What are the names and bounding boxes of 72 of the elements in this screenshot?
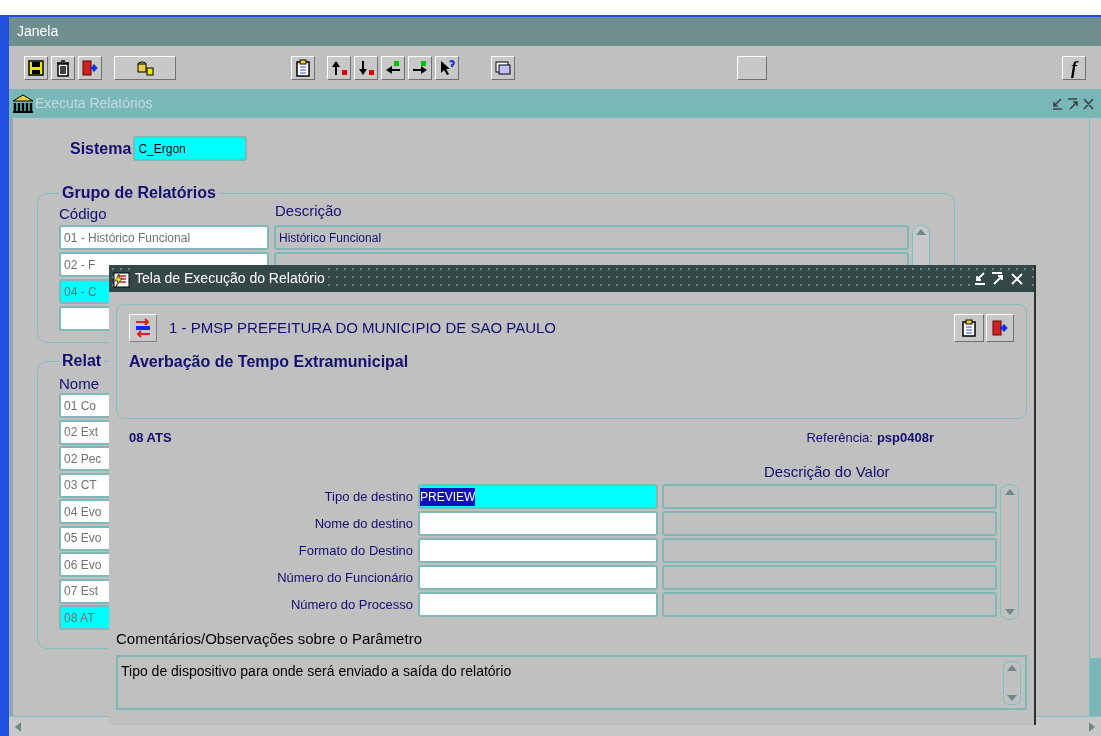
parameter-value-field[interactable]	[418, 538, 658, 563]
scroll-up-icon	[1004, 489, 1015, 495]
reports-title: Relat	[61, 351, 103, 371]
exit-door-icon	[81, 58, 99, 77]
window-controls-icon	[1051, 96, 1095, 111]
report-group-title: Grupo de Relatórios	[61, 183, 217, 203]
column-header: Descrição	[275, 200, 342, 221]
scroll-up-icon	[916, 229, 926, 235]
delete-button[interactable]	[51, 55, 75, 80]
parameter-value-field[interactable]: PREVIEW	[418, 484, 658, 509]
parameter-label: Nome do destino	[313, 514, 414, 533]
parameter-label: Número do Processo	[289, 595, 414, 614]
report-title: Averbação de Tempo Extramunicipal	[129, 352, 410, 372]
report-button[interactable]	[491, 55, 515, 80]
column-header: Código	[59, 203, 108, 224]
trash-icon	[54, 58, 72, 77]
function-button[interactable]: f	[1062, 55, 1086, 80]
save-icon	[27, 58, 45, 77]
parameter-label: Tipo de destino	[323, 487, 414, 506]
query-button[interactable]	[114, 55, 176, 80]
code-field[interactable]: 01 - Histórico Funcional	[59, 225, 269, 250]
window-title: Janela	[17, 22, 59, 41]
clipboard-icon	[960, 319, 978, 337]
comment-box[interactable]: Tipo de dispositivo para onde será enviado a saída do relatório	[116, 654, 1027, 710]
parameter-value-field[interactable]	[418, 565, 658, 590]
scroll-down-icon	[1004, 609, 1015, 615]
clipboard-icon	[294, 58, 312, 77]
system-field[interactable]: C_Ergon	[133, 136, 248, 161]
blank-button[interactable]	[737, 55, 767, 80]
parameter-value-field[interactable]	[418, 511, 658, 536]
previous-record-button[interactable]	[327, 55, 351, 80]
company-button[interactable]	[129, 314, 157, 342]
exit-button[interactable]	[986, 314, 1014, 342]
comments-label: Comentários/Observações sobre o Parâmetro	[116, 629, 423, 649]
dialog-title: Tela de Execução do Relatório	[133, 268, 327, 289]
form-title: Executa Relatórios	[35, 94, 153, 113]
parameter-label: Formato do Destino	[297, 541, 414, 560]
report-code: 08 ATS	[129, 429, 172, 447]
next-record-button[interactable]	[354, 55, 378, 80]
vertical-scrollbar[interactable]	[1003, 660, 1021, 705]
reference-value: psp0408r	[876, 429, 934, 447]
paste-button[interactable]	[291, 55, 315, 80]
vertical-scrollbar[interactable]	[1000, 484, 1019, 620]
bank-building-icon	[12, 93, 34, 114]
comment-text: Tipo de dispositivo para onde será enviado a saída do relatório	[121, 661, 513, 681]
scroll-right-icon	[1089, 721, 1095, 732]
swap-arrows-icon	[133, 318, 153, 338]
help-button[interactable]	[435, 55, 459, 80]
screen-icon	[494, 58, 512, 77]
exit-button[interactable]	[78, 55, 102, 80]
organization-name: 1 - PMSP PREFEITURA DO MUNICIPIO DE SAO PAULO	[169, 317, 557, 338]
description-field[interactable]: Histórico Funcional	[274, 225, 909, 250]
reference-label: Referência:	[806, 429, 873, 447]
parameter-value-field[interactable]	[418, 592, 658, 617]
previous-block-button[interactable]	[381, 55, 405, 80]
arrow-right-icon	[411, 58, 429, 77]
help-cursor-icon	[438, 58, 456, 77]
vertical-scrollbar[interactable]	[1089, 118, 1101, 716]
parameter-label: Número do Funcionário	[276, 568, 414, 587]
database-icon	[136, 58, 154, 77]
scroll-left-icon	[15, 721, 21, 732]
scroll-down-icon	[1007, 694, 1017, 701]
system-label: Sistema	[70, 138, 132, 159]
column-header: Descrição do Valor	[764, 461, 890, 482]
save-button[interactable]	[24, 55, 48, 80]
scroll-up-icon	[1007, 664, 1017, 671]
column-header: Nome	[59, 374, 100, 393]
next-block-button[interactable]	[408, 55, 432, 80]
arrow-left-icon	[384, 58, 402, 77]
exit-door-icon	[991, 319, 1009, 337]
arrow-down-icon	[357, 58, 375, 77]
paste-button[interactable]	[954, 314, 984, 342]
